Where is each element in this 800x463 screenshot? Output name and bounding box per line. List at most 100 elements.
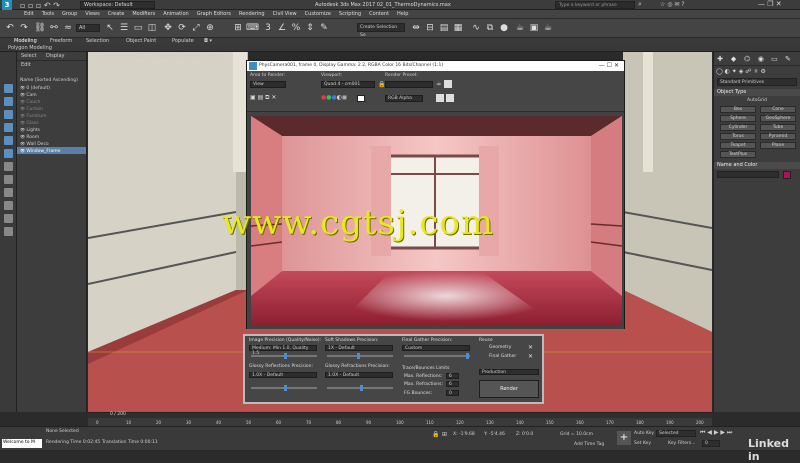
channel-dropdown[interactable]: RGB Alpha xyxy=(385,95,423,102)
pivot-icon[interactable]: ⊞ xyxy=(232,22,244,34)
explorer-icon-6[interactable] xyxy=(3,149,13,158)
menu-group[interactable]: Group xyxy=(58,10,81,19)
glossy-refractions-slider[interactable] xyxy=(327,385,393,391)
set-key-button[interactable]: Set Key xyxy=(634,441,651,446)
window-crossing-icon[interactable]: ◫ xyxy=(146,22,158,34)
layer-row[interactable]: 👁 Lights xyxy=(17,126,86,133)
primitive-cylinder-button[interactable]: Cylinder xyxy=(720,124,756,131)
menu-modifiers[interactable]: Modifiers xyxy=(128,10,159,19)
display-tab-icon[interactable]: ▭ xyxy=(769,54,779,64)
menu-views[interactable]: Views xyxy=(81,10,103,19)
tab-populate[interactable]: Populate xyxy=(172,38,194,45)
autogrid-checkbox[interactable]: AutoGrid xyxy=(714,98,800,103)
snaps-icon[interactable]: 3 xyxy=(262,22,274,34)
explorer-icon-10[interactable] xyxy=(3,201,13,210)
select-object-icon[interactable]: ↖ xyxy=(104,22,116,34)
move-icon[interactable]: ✥ xyxy=(162,22,174,34)
image-precision-field[interactable]: Medium: Min 1.0, Quality 1.5 xyxy=(249,345,317,356)
select-by-name-icon[interactable]: ☰ xyxy=(118,22,130,34)
color-swatch-white[interactable] xyxy=(357,95,365,102)
mirror-icon[interactable]: ⇹ xyxy=(410,22,422,34)
rotate-icon[interactable]: ⟳ xyxy=(176,22,188,34)
final-gather-slider[interactable] xyxy=(404,353,470,359)
unlink-icon[interactable]: ⚯ xyxy=(48,22,60,34)
image-precision-slider[interactable] xyxy=(251,353,317,359)
primitive-teapot-button[interactable]: Teapot xyxy=(720,142,756,149)
explorer-icon-11[interactable] xyxy=(3,214,13,223)
y-coordinate[interactable]: Y: -5'4.46 xyxy=(484,432,505,437)
primitive-box-button[interactable]: Box xyxy=(720,106,756,113)
menu-animation[interactable]: Animation xyxy=(159,10,193,19)
tab-object-paint[interactable]: Object Paint xyxy=(126,38,156,45)
explorer-icon-2[interactable] xyxy=(3,97,13,106)
render-production-icon[interactable]: ☕ xyxy=(542,22,554,34)
menu-content[interactable]: Content xyxy=(365,10,393,19)
selection-region-icon[interactable]: ▭ xyxy=(132,22,144,34)
keyboard-shortcut-icon[interactable]: ⌨ xyxy=(246,22,259,34)
selection-filter[interactable]: All xyxy=(76,24,100,32)
layer-row[interactable]: 👁 Room xyxy=(17,133,86,140)
tab-select[interactable]: Select xyxy=(17,52,40,61)
layer-row[interactable]: 👁 Wall Deco xyxy=(17,140,86,147)
menu-edit[interactable]: Edit xyxy=(20,10,38,19)
final-gather-field[interactable]: Custom xyxy=(402,345,470,351)
curve-editor-icon[interactable]: ∿ xyxy=(470,22,482,34)
percent-snap-icon[interactable]: % xyxy=(290,22,302,34)
render-preset-dropdown[interactable] xyxy=(385,81,433,88)
glossy-reflections-field[interactable]: 1.0X - Default xyxy=(249,372,317,378)
layer-row[interactable]: 👁 Couch xyxy=(17,98,86,105)
fb-window-controls[interactable]: — ☐ ✕ xyxy=(599,61,619,71)
soft-shadows-slider[interactable] xyxy=(327,353,393,359)
primitive-type-dropdown[interactable]: Standard Primitives xyxy=(717,78,797,86)
create-tab-icon[interactable]: ✚ xyxy=(715,54,725,64)
spinner-snap-icon[interactable]: ⇕ xyxy=(304,22,316,34)
clear-geometry-icon[interactable]: ✕ xyxy=(528,344,533,351)
time-slider[interactable]: 0 / 200 xyxy=(88,412,712,418)
max-refractions-spinner[interactable]: 6 xyxy=(446,381,459,387)
layer-row[interactable]: 👁 Glass xyxy=(17,119,86,126)
explorer-icon-7[interactable] xyxy=(3,162,13,171)
schematic-view-icon[interactable]: ⧉ xyxy=(484,22,496,34)
reuse-geometry-toggle[interactable]: Geometry xyxy=(489,345,511,350)
menu-tools[interactable]: Tools xyxy=(38,10,58,19)
render-mode-dropdown[interactable]: Production xyxy=(479,369,539,375)
workspace-selector[interactable]: Workspace: Default xyxy=(80,1,155,9)
help-icons[interactable]: ☆ ◎ ✉ ? xyxy=(660,1,685,8)
menu-graph-editors[interactable]: Graph Editors xyxy=(193,10,235,19)
key-mode-dropdown[interactable]: Selected xyxy=(656,430,696,437)
primitive-torus-button[interactable]: Torus xyxy=(720,133,756,140)
named-selection-icon[interactable]: ✎ xyxy=(318,22,330,34)
channel-toggle-icons[interactable]: ●●●◐◼ xyxy=(321,94,347,101)
quick-access-icons[interactable]: ▫ ▫ ▫ ↶ ↷ xyxy=(20,1,60,10)
primitive-textplus-button[interactable]: TextPlus xyxy=(720,151,756,158)
object-name-field[interactable] xyxy=(717,171,779,178)
angle-snap-icon[interactable]: ∠ xyxy=(276,22,288,34)
save-image-icon[interactable]: ▣ ▤ ⧉ ✕ xyxy=(250,94,276,102)
named-selection-sets[interactable]: Create Selection Se xyxy=(357,23,405,38)
area-to-render-dropdown[interactable]: View xyxy=(250,81,286,88)
set-key-plus-icon[interactable]: + xyxy=(617,431,631,445)
search-icon[interactable]: ⌕ xyxy=(638,0,642,9)
reuse-final-gather-toggle[interactable]: Final Gather xyxy=(489,354,516,359)
place-icon[interactable]: ⊕ xyxy=(204,22,216,34)
primitive-geosphere-button[interactable]: GeoSphere xyxy=(760,115,796,122)
explorer-icon-5[interactable] xyxy=(3,136,13,145)
glossy-reflections-slider[interactable] xyxy=(251,385,317,391)
clear-icon[interactable] xyxy=(446,94,454,102)
layer-row[interactable]: 👁 Curtain xyxy=(17,105,86,112)
render-setup-small-icon[interactable]: ☕ xyxy=(436,80,441,87)
primitive-cone-button[interactable]: Cone xyxy=(760,106,796,113)
current-frame-field[interactable]: 0 xyxy=(702,440,720,447)
absolute-mode-icon[interactable]: ⊞ xyxy=(442,431,447,438)
tab-modeling[interactable]: Modeling xyxy=(14,38,37,45)
menu-create[interactable]: Create xyxy=(104,10,129,19)
maxscript-listener[interactable]: Welcome to M xyxy=(2,439,42,448)
viewport-label[interactable]: [+] [PhysCamera001 ] [Standard ] [Defaul… xyxy=(92,53,225,59)
menu-help[interactable]: Help xyxy=(393,10,412,19)
name-color-header[interactable]: Name and Color xyxy=(714,162,800,169)
hierarchy-tab-icon[interactable]: ⌬ xyxy=(742,54,752,64)
explorer-icon-12[interactable] xyxy=(3,227,13,236)
auto-key-button[interactable]: Auto Key xyxy=(634,431,654,436)
explorer-icon-4[interactable] xyxy=(3,123,13,132)
explorer-icon-1[interactable] xyxy=(3,84,13,93)
